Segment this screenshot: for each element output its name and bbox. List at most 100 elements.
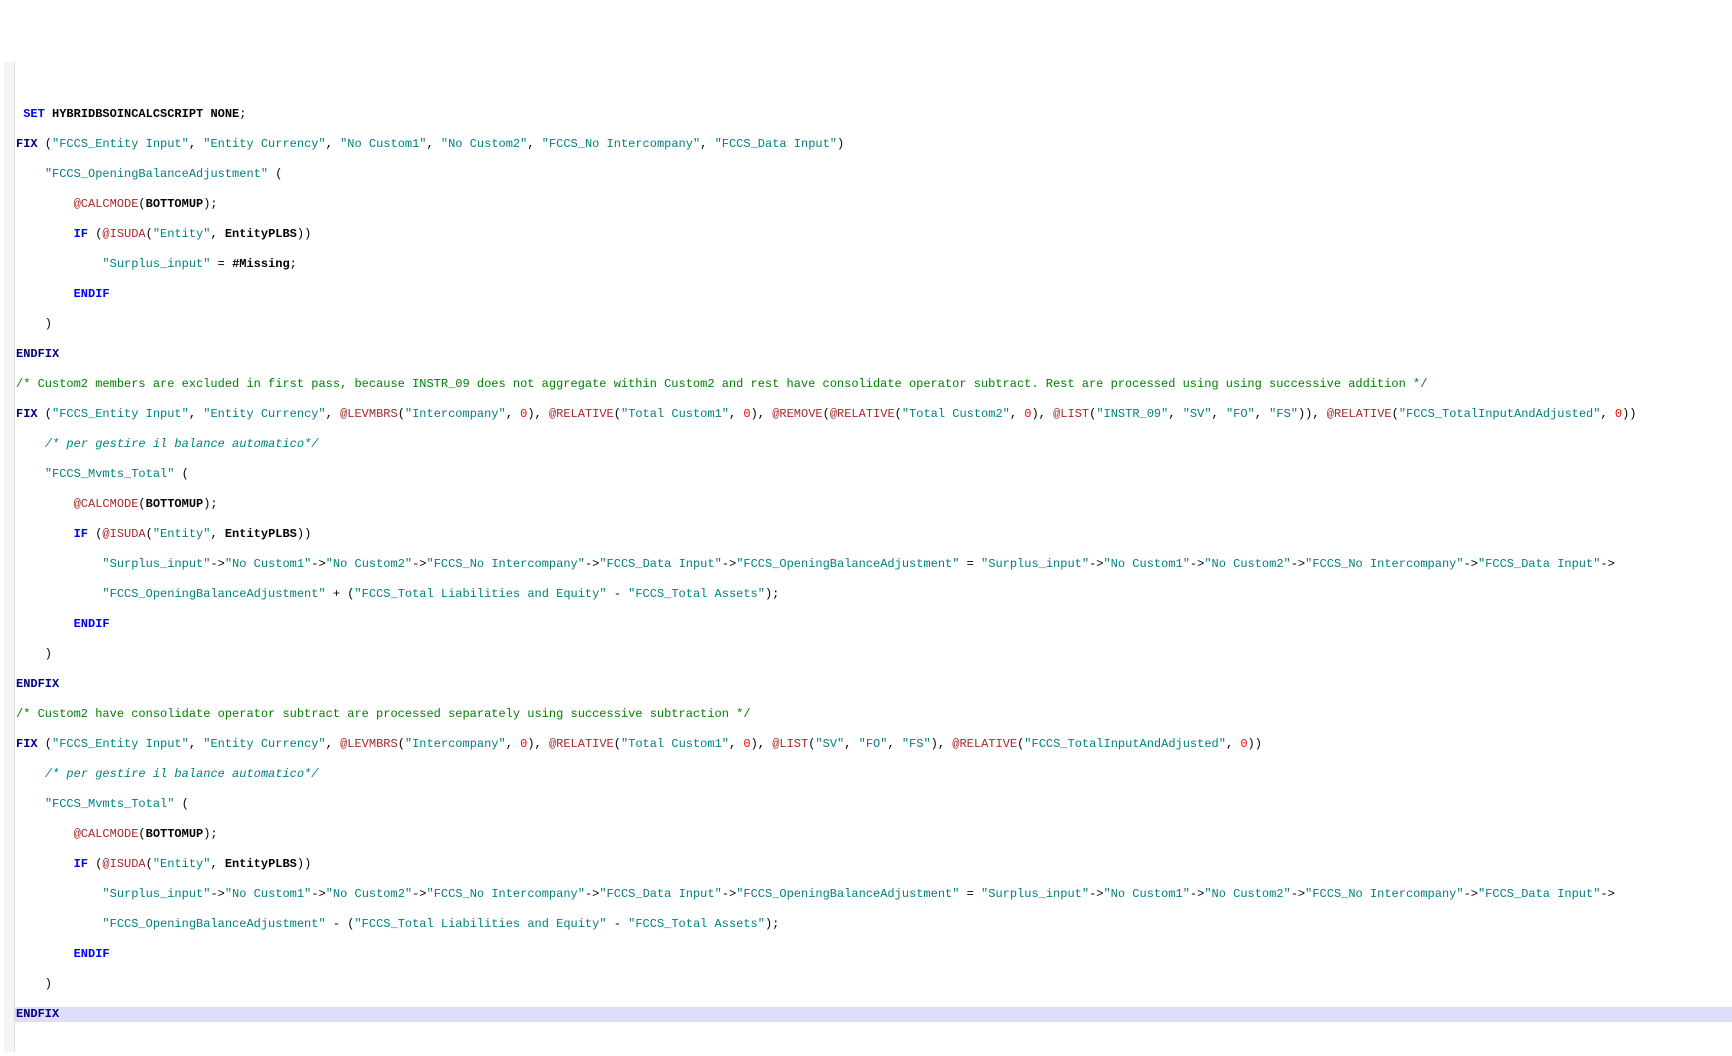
string: "FCCS_No Intercompany" <box>1305 887 1463 901</box>
string: "FS" <box>902 737 931 751</box>
code-line: SET HYBRIDBSOINCALCSCRIPT NONE; <box>16 107 1728 122</box>
string: "FCCS_OpeningBalanceAdjustment" <box>736 887 959 901</box>
func: @RELATIVE <box>952 737 1017 751</box>
code-line: "Surplus_input" = #Missing; <box>16 257 1728 272</box>
code-line: FIX ("FCCS_Entity Input", "Entity Curren… <box>16 737 1728 752</box>
string: "FCCS_No Intercompany" <box>427 887 585 901</box>
code-line: "FCCS_OpeningBalanceAdjustment" + ("FCCS… <box>16 587 1728 602</box>
code-line: "FCCS_OpeningBalanceAdjustment" - ("FCCS… <box>16 917 1728 932</box>
func: @LIST <box>772 737 808 751</box>
string: "FO" <box>859 737 888 751</box>
comment: /* per gestire il balance automatico*/ <box>45 767 319 781</box>
string: "Entity" <box>153 527 211 541</box>
keyword-if: IF <box>74 857 88 871</box>
func: @RELATIVE <box>830 407 895 421</box>
string: "FCCS_OpeningBalanceAdjustment" <box>102 917 325 931</box>
code-line: /* Custom2 members are excluded in first… <box>16 377 1728 392</box>
string: "No Custom1" <box>225 887 311 901</box>
code-line: /* Custom2 have consolidate operator sub… <box>16 707 1728 722</box>
ident: BOTTOMUP <box>146 827 204 841</box>
string: "FCCS_Entity Input" <box>52 137 189 151</box>
string: "No Custom2" <box>326 557 412 571</box>
string: "No Custom2" <box>1204 887 1290 901</box>
string: "FCCS_Mvmts_Total" <box>45 467 175 481</box>
code-line: @CALCMODE(BOTTOMUP); <box>16 497 1728 512</box>
keyword-set: SET <box>23 107 45 121</box>
code-line: "Surplus_input"->"No Custom1"->"No Custo… <box>16 557 1728 572</box>
string: "Entity" <box>153 227 211 241</box>
code-line: ENDFIX <box>16 347 1728 362</box>
code-line: ) <box>16 647 1728 662</box>
string: "FCCS_Data Input" <box>599 557 721 571</box>
func: @ISUDA <box>102 857 145 871</box>
string: "Surplus_input" <box>102 257 210 271</box>
string: "No Custom2" <box>441 137 527 151</box>
ident: BOTTOMUP <box>146 197 204 211</box>
string: "Total Custom1" <box>621 737 729 751</box>
string: "INSTR_09" <box>1096 407 1168 421</box>
string: "Total Custom2" <box>902 407 1010 421</box>
keyword-endfix: ENDFIX <box>16 1007 59 1021</box>
keyword-endfix: ENDFIX <box>16 677 59 691</box>
code-line: "FCCS_Mvmts_Total" ( <box>16 467 1728 482</box>
code-line: IF (@ISUDA("Entity", EntityPLBS)) <box>16 227 1728 242</box>
string: "SV" <box>1183 407 1212 421</box>
ident: NONE <box>210 107 239 121</box>
func: @RELATIVE <box>549 407 614 421</box>
code-line: "Surplus_input"->"No Custom1"->"No Custo… <box>16 887 1728 902</box>
string: "Entity Currency" <box>203 137 325 151</box>
keyword-fix: FIX <box>16 137 38 151</box>
keyword-if: IF <box>74 227 88 241</box>
ident: EntityPLBS <box>225 857 297 871</box>
keyword-fix: FIX <box>16 407 38 421</box>
string: "FCCS_Mvmts_Total" <box>45 797 175 811</box>
string: "FCCS_Total Assets" <box>628 917 765 931</box>
num: 0 <box>1024 407 1031 421</box>
code-line: "FCCS_OpeningBalanceAdjustment" ( <box>16 167 1728 182</box>
string: "FCCS_OpeningBalanceAdjustment" <box>102 587 325 601</box>
code-line: ) <box>16 317 1728 332</box>
string: "No Custom1" <box>225 557 311 571</box>
keyword-if: IF <box>74 527 88 541</box>
string: "Surplus_input" <box>102 557 210 571</box>
string: "FCCS_Data Input" <box>1478 557 1600 571</box>
string: "FCCS_Total Liabilities and Equity" <box>354 587 606 601</box>
ident: BOTTOMUP <box>146 497 204 511</box>
string: "No Custom1" <box>1103 887 1189 901</box>
func: @ISUDA <box>102 527 145 541</box>
string: "Entity" <box>153 857 211 871</box>
code-line: ENDIF <box>16 617 1728 632</box>
num: 0 <box>520 407 527 421</box>
keyword-endif: ENDIF <box>74 287 110 301</box>
code-lines: SET HYBRIDBSOINCALCSCRIPT NONE; FIX ("FC… <box>16 92 1728 1037</box>
string: "FCCS_Total Assets" <box>628 587 765 601</box>
code-line: /* per gestire il balance automatico*/ <box>16 437 1728 452</box>
ident: EntityPLBS <box>225 527 297 541</box>
string: "SV" <box>815 737 844 751</box>
string: "Surplus_input" <box>102 887 210 901</box>
string: "FCCS_No Intercompany" <box>542 137 700 151</box>
comment: /* per gestire il balance automatico*/ <box>45 437 319 451</box>
func: @RELATIVE <box>549 737 614 751</box>
code-line: @CALCMODE(BOTTOMUP); <box>16 197 1728 212</box>
string: "FCCS_Data Input" <box>1478 887 1600 901</box>
string: "Surplus_input" <box>981 557 1089 571</box>
string: "Intercompany" <box>405 737 506 751</box>
keyword-endfix: ENDFIX <box>16 347 59 361</box>
code-line-highlighted: ENDFIX <box>4 1007 1732 1022</box>
string: "FCCS_Data Input" <box>599 887 721 901</box>
string: "FCCS_Data Input" <box>715 137 837 151</box>
keyword-endif: ENDIF <box>74 947 110 961</box>
code-line: ) <box>16 977 1728 992</box>
num: 0 <box>743 407 750 421</box>
string: "No Custom1" <box>1103 557 1189 571</box>
func: @CALCMODE <box>74 827 139 841</box>
code-line: /* per gestire il balance automatico*/ <box>16 767 1728 782</box>
code-line: FIX ("FCCS_Entity Input", "Entity Curren… <box>16 137 1728 152</box>
code-line: "FCCS_Mvmts_Total" ( <box>16 797 1728 812</box>
comment: /* Custom2 have consolidate operator sub… <box>16 707 751 721</box>
func: @LEVMBRS <box>340 407 398 421</box>
string: "No Custom2" <box>326 887 412 901</box>
keyword-endif: ENDIF <box>74 617 110 631</box>
keyword-fix: FIX <box>16 737 38 751</box>
